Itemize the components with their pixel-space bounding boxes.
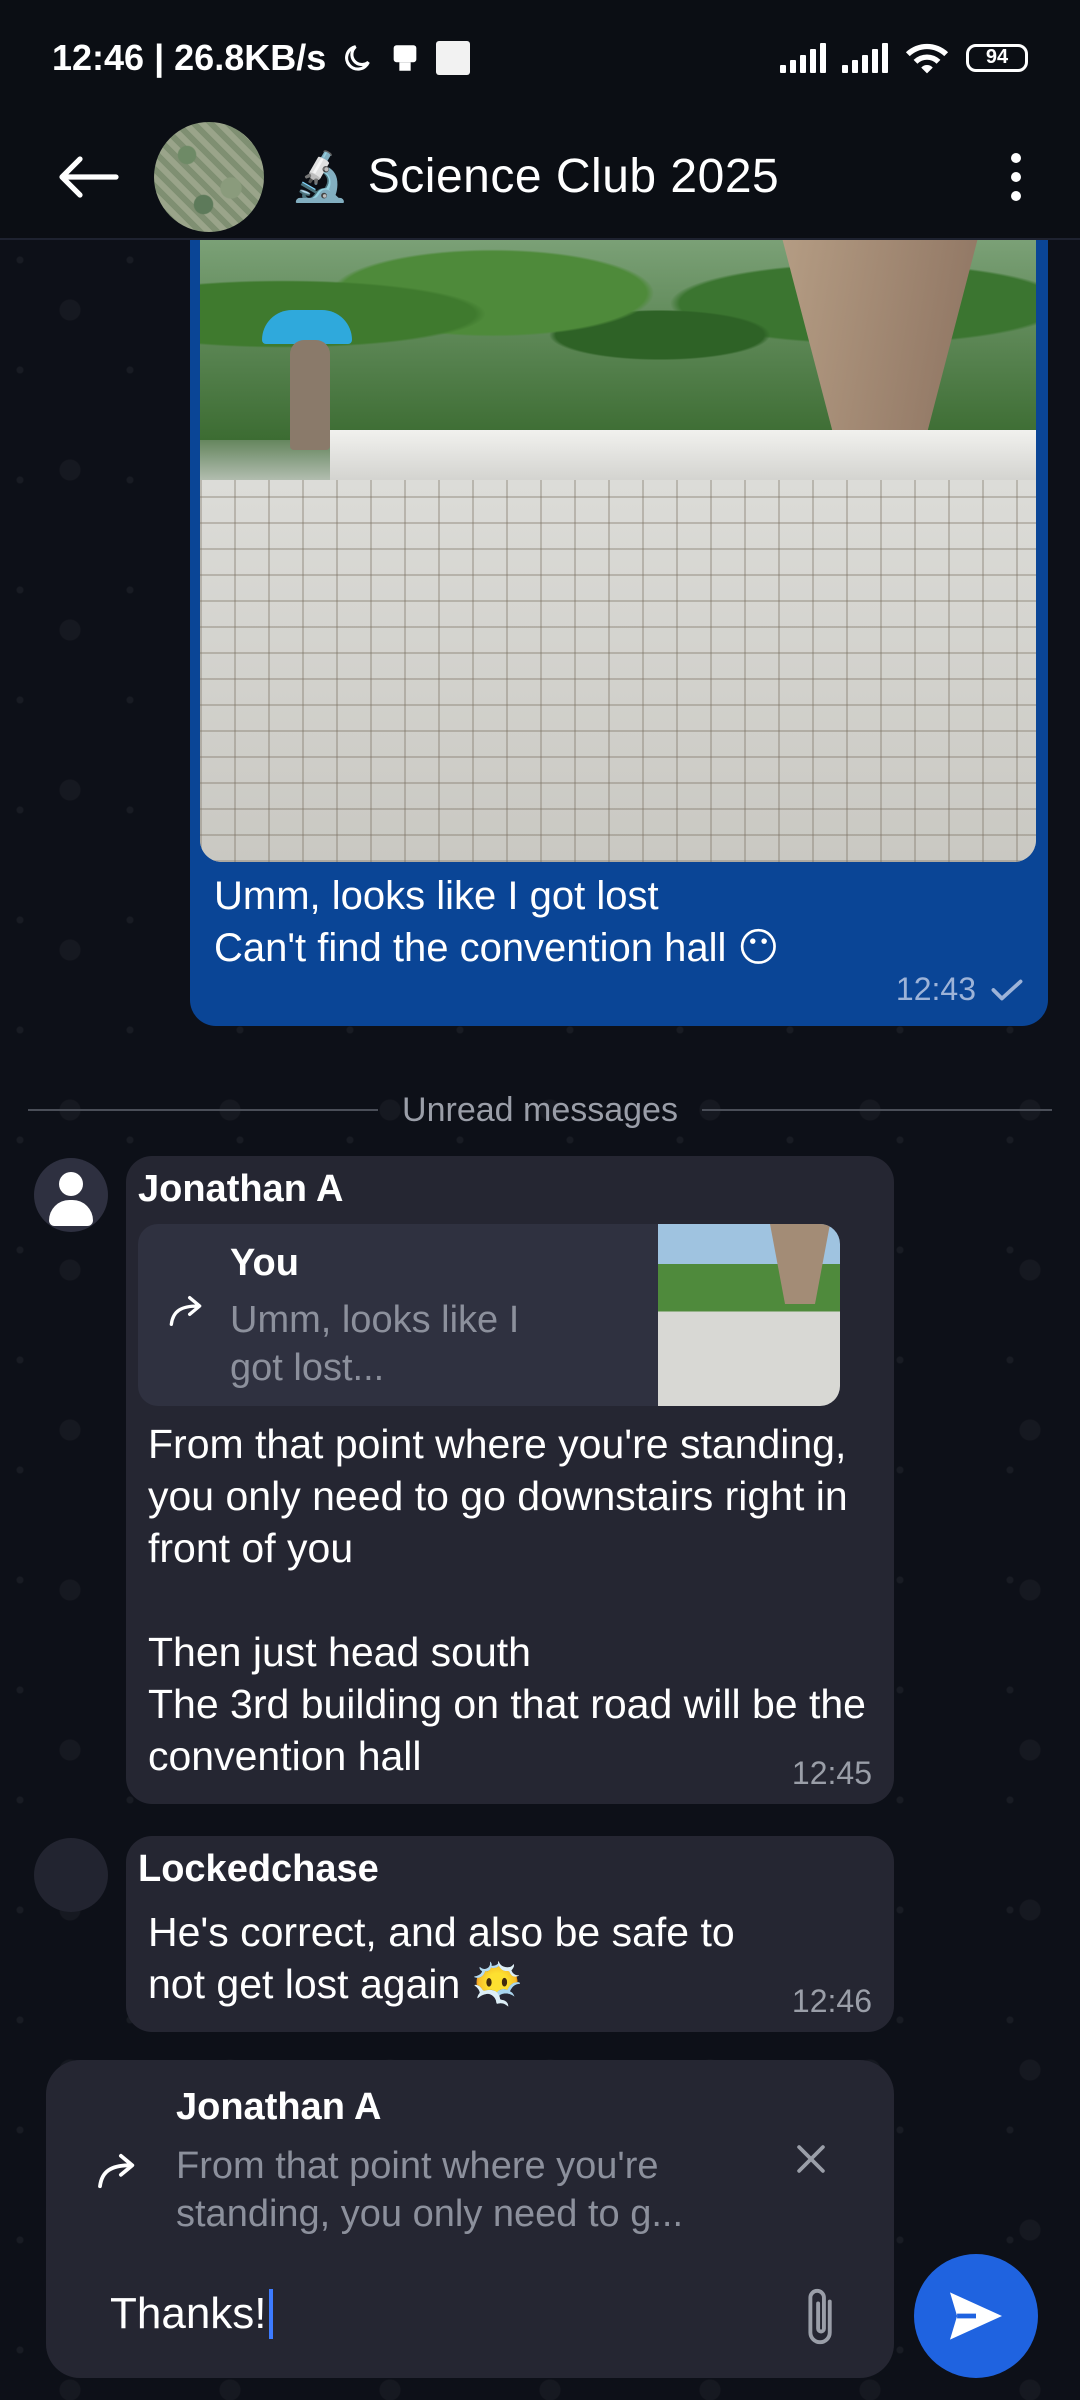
message-text: From that point where you're standing, y… [148, 1418, 888, 1782]
reply-quote-text: Umm, looks like I got lost... [230, 1299, 520, 1389]
wifi-icon [905, 43, 949, 73]
close-icon[interactable] [794, 2142, 828, 2176]
status-bar: 12:46 | 26.8KB/s 94 [0, 0, 1080, 115]
own-message-text: Umm, looks like I got lost Can't find th… [214, 870, 779, 974]
reply-quote[interactable]: You Umm, looks like I got lost... [138, 1224, 840, 1406]
reply-preview-name: Jonathan A [176, 2086, 382, 2128]
send-icon [950, 2292, 1002, 2340]
paperclip-icon[interactable] [802, 2286, 842, 2348]
nfc-icon [393, 44, 417, 71]
own-message-line-1: Umm, looks like I got lost [214, 874, 659, 918]
message-input[interactable]: Thanks! [110, 2282, 710, 2346]
notification-square-icon [436, 40, 471, 75]
battery-icon: 94 [966, 43, 1028, 72]
sender-name[interactable]: Lockedchase [138, 1848, 379, 1891]
signal-icon-2 [842, 42, 888, 73]
message-paragraph-1: From that point where you're standing, y… [148, 1421, 848, 1571]
message-bubble-lockedchase[interactable]: Lockedchase He's correct, and also be sa… [126, 1836, 894, 2032]
own-message-time: 12:43 [895, 971, 976, 1007]
unread-label: Unread messages [402, 1090, 678, 1129]
status-time-speed: 12:46 | 26.8KB/s [52, 36, 327, 78]
reply-arrow-icon [169, 1295, 202, 1326]
back-button[interactable] [56, 145, 120, 209]
text-cursor [268, 2289, 273, 2339]
group-avatar[interactable] [154, 121, 264, 232]
reply-quote-thumbnail [658, 1224, 840, 1406]
message-text: He's correct, and also be safe to not ge… [148, 1909, 735, 2007]
reply-preview-text: From that point where you're standing, y… [176, 2145, 684, 2235]
send-button[interactable] [914, 2254, 1038, 2378]
chat-header: 🔬 Science Club 2025 [0, 115, 1080, 240]
signal-icon [780, 42, 826, 73]
battery-level: 94 [985, 46, 1009, 68]
message-time: 12:46 [791, 1983, 872, 2019]
message-bubble-jonathan[interactable]: Jonathan A You Umm, looks like I got los… [126, 1156, 894, 1804]
microscope-icon: 🔬 [290, 151, 350, 204]
reply-quote-name: You [230, 1242, 299, 1284]
own-message-bubble[interactable]: Umm, looks like I got lost Can't find th… [190, 240, 1048, 1026]
own-message-line-2: Can't find the convention hall 😶 [214, 926, 780, 970]
message-paragraph-2: Then just head south The 3rd building on… [148, 1629, 866, 1779]
check-icon [991, 979, 1023, 1000]
group-title[interactable]: Science Club 2025 [368, 149, 779, 204]
more-options-button[interactable] [996, 152, 1036, 201]
unread-divider: Unread messages [28, 1090, 1053, 1130]
message-composer[interactable]: Jonathan A From that point where you're … [46, 2060, 894, 2378]
reply-arrow-icon [98, 2153, 135, 2189]
moon-icon [345, 44, 371, 71]
own-message-meta: 12:43 [896, 971, 1024, 1008]
avatar[interactable] [34, 1158, 108, 1232]
message-photo[interactable] [200, 240, 1036, 862]
avatar[interactable] [34, 1838, 108, 1912]
sender-name[interactable]: Jonathan A [138, 1168, 344, 1211]
message-input-value: Thanks! [110, 2289, 267, 2338]
back-arrow-icon [59, 155, 119, 198]
message-time: 12:45 [791, 1755, 872, 1791]
